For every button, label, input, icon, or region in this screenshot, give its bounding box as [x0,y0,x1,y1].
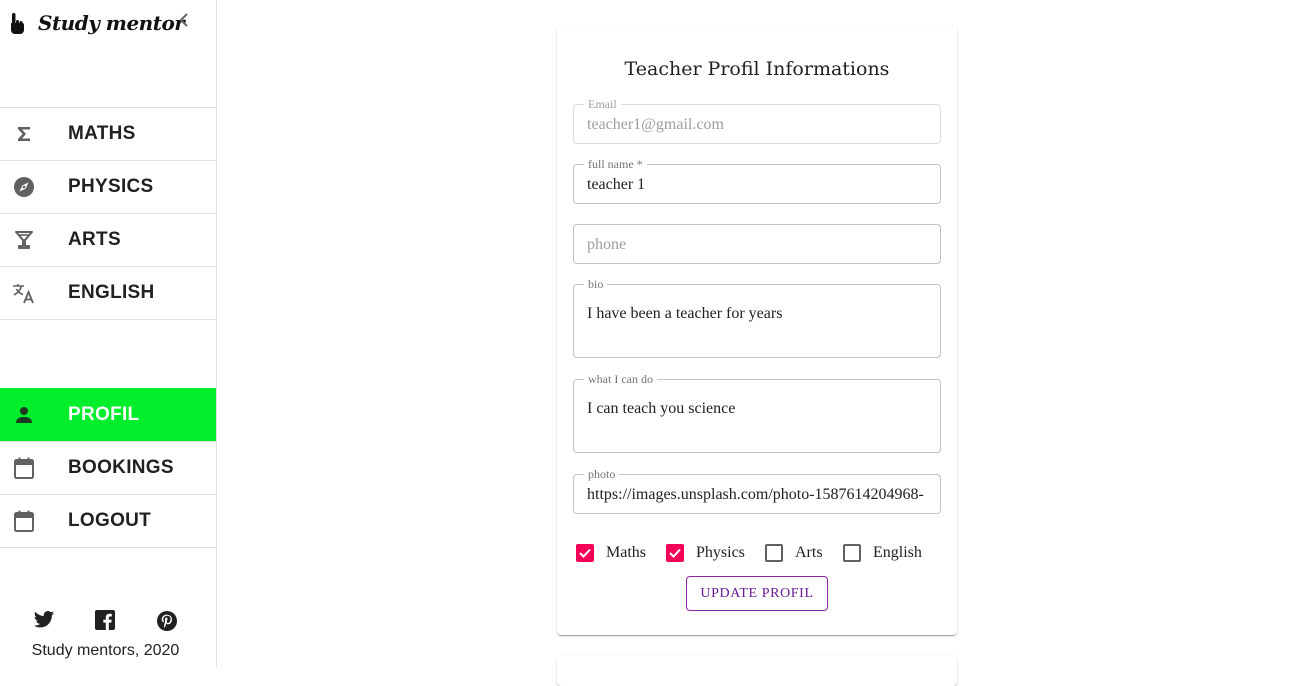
full-name-value: teacher 1 [587,176,646,193]
checkbox-checked-icon [576,544,594,562]
checkbox-label: Physics [696,544,745,561]
bio-label: bio [584,277,608,291]
footer-copyright: Study mentors, 2020 [31,642,180,659]
phone-placeholder: phone [587,236,627,253]
page-title: Teacher Profil Informations [624,58,890,80]
checkbox-label: Maths [606,544,646,561]
email-label: Email [584,97,621,111]
sidebar-item-logout[interactable]: LOGOUT [0,494,216,548]
checkbox-arts[interactable]: Arts [765,544,823,562]
sidebar-item-label: BOOKINGS [68,457,174,478]
calendar-icon [12,509,36,533]
checkbox-label: Arts [795,544,823,561]
checkbox-unchecked-icon [843,544,861,562]
sidebar-item-profil[interactable]: PROFIL [0,388,216,441]
facebook-icon[interactable] [95,610,119,634]
photo-value: https://images.unsplash.com/photo-158761… [587,486,924,503]
sidebar-item-label: ENGLISH [68,282,155,303]
checkbox-checked-icon [666,544,684,562]
calendar-icon [12,456,36,480]
chevron-left-icon [178,12,190,32]
bio-value: I have been a teacher for years [587,305,783,322]
sidebar-item-label: ARTS [68,229,121,250]
sidebar-item-label: MATHS [68,123,136,144]
photo-field[interactable]: photo https://images.unsplash.com/photo-… [573,467,941,514]
compass-icon [12,175,36,199]
what-i-can-do-value: I can teach you science [587,400,736,417]
sidebar: Study mentor MATHS PHYSICS ARTS ENGLISH … [0,0,217,667]
checkbox-label: English [873,544,922,561]
checkbox-maths[interactable]: Maths [576,544,646,562]
subject-nav: MATHS PHYSICS ARTS ENGLISH [0,107,216,320]
sidebar-item-label: LOGOUT [68,510,152,531]
secondary-card [557,656,957,686]
sidebar-item-label: PHYSICS [68,176,154,197]
checkbox-english[interactable]: English [843,544,922,562]
sidebar-item-maths[interactable]: MATHS [0,107,216,160]
brand[interactable]: Study mentor [8,8,185,38]
sidebar-item-bookings[interactable]: BOOKINGS [0,441,216,494]
twitter-icon[interactable] [33,610,57,634]
translate-icon [12,281,36,305]
account-nav: PROFIL BOOKINGS LOGOUT [0,388,216,548]
checkbox-unchecked-icon [765,544,783,562]
update-profil-button[interactable]: UPDATE PROFIL [686,576,828,611]
sidebar-item-english[interactable]: ENGLISH [0,266,216,320]
bio-field[interactable]: bio I have been a teacher for years [573,277,941,358]
full-name-field[interactable]: full name * teacher 1 [573,157,941,204]
sidebar-item-label: PROFIL [68,404,140,425]
brand-title: Study mentor [38,11,185,35]
pinterest-icon[interactable] [156,610,180,634]
photo-label: photo [584,467,620,481]
email-value: teacher1@gmail.com [587,116,724,133]
what-i-can-do-label: what I can do [584,372,657,386]
cocktail-glass-icon [12,228,36,252]
sidebar-item-arts[interactable]: ARTS [0,213,216,266]
profile-card: Teacher Profil Informations Email teache… [557,26,957,635]
email-field[interactable]: Email teacher1@gmail.com [573,97,941,144]
full-name-label: full name * [584,157,647,171]
sidebar-item-physics[interactable]: PHYSICS [0,160,216,213]
checkbox-physics[interactable]: Physics [666,544,745,562]
hand-pointer-icon [8,11,26,35]
sigma-icon [12,122,36,146]
person-icon [12,403,36,427]
phone-field[interactable]: phone [573,224,941,264]
what-i-can-do-field[interactable]: what I can do I can teach you science [573,372,941,453]
collapse-sidebar-button[interactable] [174,10,194,34]
subject-checkboxes: Maths Physics Arts English [573,544,943,566]
